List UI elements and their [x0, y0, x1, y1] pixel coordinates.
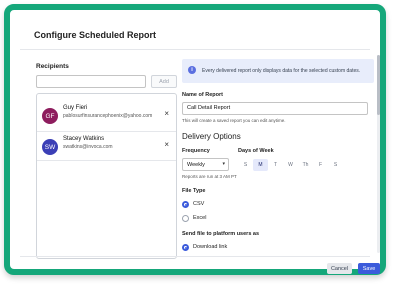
frequency-helper: Reports are run at 3 AM PT — [182, 174, 237, 179]
list-item: GF Guy Fieri pablosurfinsurancephoenix@y… — [37, 104, 176, 132]
info-banner-text: Every delivered report only displays dat… — [202, 68, 361, 74]
day-saturday[interactable]: S — [328, 159, 343, 171]
recipient-email: pablosurfinsurancephoenix@yahoo.com — [63, 113, 153, 119]
report-name-helper: This will create a saved report you can … — [182, 118, 286, 123]
recipient-name: Guy Fieri — [63, 105, 88, 111]
frequency-select[interactable]: Weekly ▾ — [182, 158, 229, 171]
csv-radio[interactable] — [182, 201, 189, 208]
day-tuesday[interactable]: T — [268, 159, 283, 171]
list-divider — [37, 160, 176, 161]
scrollbar-thumb[interactable] — [377, 55, 380, 115]
info-icon: i — [188, 66, 196, 74]
avatar: GF — [42, 108, 58, 124]
close-icon[interactable]: × — [164, 141, 169, 149]
download-link-radio[interactable] — [182, 244, 189, 251]
download-link-label: Download link — [193, 244, 228, 250]
info-banner: i Every delivered report only displays d… — [182, 59, 374, 83]
save-button[interactable]: Save — [358, 263, 380, 274]
day-monday[interactable]: M — [253, 159, 268, 171]
report-name-label: Name of Report — [182, 92, 223, 98]
excel-label: Excel — [193, 215, 207, 221]
list-divider — [37, 131, 176, 132]
scrollbar[interactable] — [377, 55, 380, 253]
recipients-label: Recipients — [36, 63, 69, 70]
days-of-week-label: Days of Week — [238, 148, 274, 154]
frequency-value: Weekly — [187, 162, 205, 168]
send-file-label: Send file to platform users as — [182, 231, 260, 237]
chevron-down-icon: ▾ — [222, 161, 225, 167]
cancel-button[interactable]: Cancel — [327, 263, 352, 274]
list-item: SW Stacey Watkins swatkins@invoca.com × — [37, 135, 176, 163]
day-sunday[interactable]: S — [238, 159, 253, 171]
dialog-title: Configure Scheduled Report — [34, 30, 157, 40]
day-friday[interactable]: F — [313, 159, 328, 171]
recipient-list: GF Guy Fieri pablosurfinsurancephoenix@y… — [36, 93, 177, 259]
footer-divider — [20, 256, 370, 257]
highlight-frame: Configure Scheduled Report Recipients Ad… — [4, 4, 386, 275]
configure-report-dialog: Configure Scheduled Report Recipients Ad… — [20, 20, 380, 274]
add-recipient-button[interactable]: Add — [151, 75, 177, 88]
delivery-options-title: Delivery Options — [182, 132, 241, 141]
frequency-label: Frequency — [182, 148, 210, 154]
file-type-label: File Type — [182, 188, 206, 194]
day-thursday[interactable]: Th — [298, 159, 313, 171]
title-divider — [20, 49, 370, 50]
days-of-week-picker: S M T W Th F S — [238, 159, 343, 171]
close-icon[interactable]: × — [164, 110, 169, 118]
recipient-email: swatkins@invoca.com — [63, 144, 113, 150]
report-name-field[interactable]: Call Detail Report — [182, 102, 368, 115]
excel-radio[interactable] — [182, 215, 189, 222]
csv-label: CSV — [193, 201, 205, 207]
recipient-name: Stacey Watkins — [63, 136, 105, 142]
recipient-input[interactable] — [36, 75, 146, 88]
avatar: SW — [42, 139, 58, 155]
day-wednesday[interactable]: W — [283, 159, 298, 171]
